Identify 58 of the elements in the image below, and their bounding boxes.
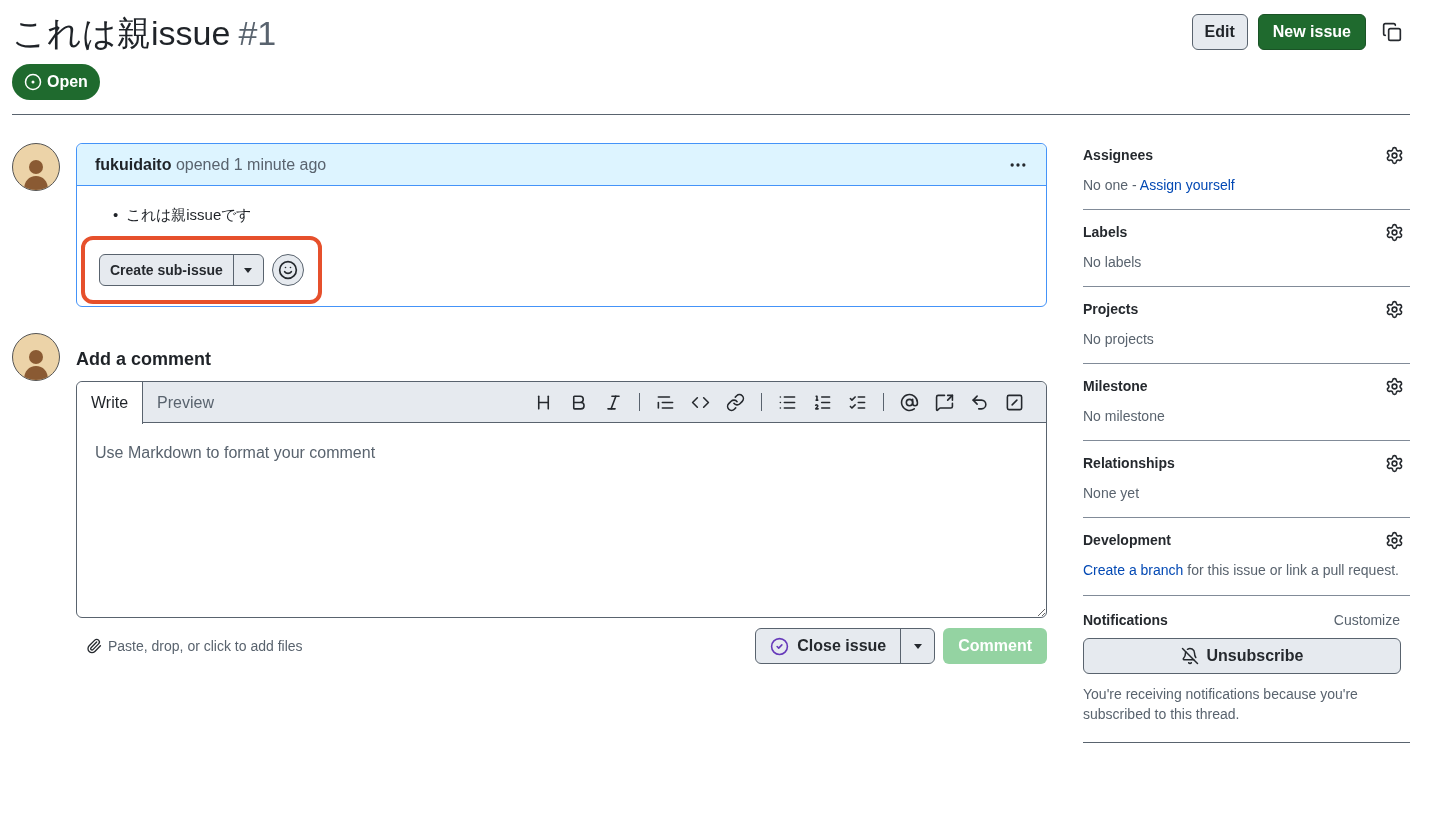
comment-list-item: これは親issueです (126, 205, 252, 225)
bullet-marker: • (113, 205, 119, 225)
section-title: Notifications (1083, 611, 1168, 630)
settings-icon[interactable] (1385, 376, 1404, 396)
avatar (12, 333, 60, 381)
create-sub-issue-button[interactable]: Create sub-issue (100, 255, 233, 285)
unsubscribe-button[interactable]: Unsubscribe (1083, 638, 1401, 674)
reply-arrow-icon[interactable] (970, 392, 989, 412)
section-title: Projects (1083, 300, 1139, 319)
section-title: Development (1083, 531, 1171, 550)
editor-tab[interactable]: Preview (143, 382, 228, 424)
comment-header-text: fukuidaito opened 1 minute ago (95, 154, 327, 175)
assign-link[interactable]: Assign yourself (1139, 177, 1235, 193)
caret-icon (244, 267, 253, 273)
caret-icon (913, 643, 922, 649)
section-value: No labels (1083, 253, 1143, 272)
bell-off-icon (1180, 647, 1199, 665)
status-badge: Open (12, 64, 100, 100)
open-status-icon (24, 73, 42, 91)
link-icon[interactable] (726, 392, 745, 412)
section-value: No projects (1083, 330, 1155, 349)
section-title: Milestone (1083, 377, 1148, 396)
attach-files-button[interactable]: Paste, drop, or click to add files (86, 635, 303, 657)
smiley-icon (277, 260, 298, 280)
add-comment-heading: Add a comment (76, 348, 213, 371)
branch-link[interactable]: Create a branch (1083, 562, 1184, 578)
close-issue-button[interactable]: Close issue (756, 629, 901, 663)
comment-editor[interactable]: Write Preview Use Markdown to format your comment (76, 381, 1047, 618)
issue-title: これは親issue (12, 13, 231, 54)
settings-icon[interactable] (1385, 145, 1404, 165)
slash-square-icon[interactable] (1005, 392, 1024, 412)
copy-icon[interactable] (1382, 22, 1402, 42)
editor-tab[interactable]: Write (77, 382, 144, 424)
section-value: No one - Assign yourself (1083, 176, 1236, 195)
section-value: None yet (1083, 484, 1141, 503)
speech-bubble-arrow-icon[interactable] (935, 392, 954, 412)
issue-number: #1 (238, 13, 277, 54)
settings-icon[interactable] (1385, 453, 1404, 473)
settings-icon[interactable] (1385, 222, 1404, 242)
edit-button[interactable]: Edit (1191, 14, 1248, 50)
check-circle-icon (770, 636, 790, 656)
avatar (12, 143, 60, 191)
settings-icon[interactable] (1385, 299, 1404, 319)
italic-icon[interactable] (604, 392, 623, 412)
settings-icon[interactable] (1385, 530, 1404, 550)
section-value: No milestone (1083, 407, 1166, 426)
section-value: Create a branch for this issue or link a pull request. (1083, 561, 1400, 580)
new-issue-button[interactable]: New issue (1257, 14, 1366, 50)
customize-link[interactable]: Customize (1333, 610, 1400, 630)
add-reaction-button[interactable] (271, 254, 304, 286)
section-title: Assignees (1083, 146, 1154, 165)
section-title: Relationships (1083, 454, 1175, 473)
numbered-list-icon[interactable] (813, 392, 832, 412)
comment-input[interactable]: Use Markdown to format your comment (77, 423, 1046, 617)
notification-note: You're receiving notifications because you're subscribed to this thread. (1083, 685, 1359, 724)
section-title: Labels (1083, 223, 1128, 242)
paperclip-icon (86, 638, 102, 654)
mention-icon[interactable] (900, 392, 919, 412)
